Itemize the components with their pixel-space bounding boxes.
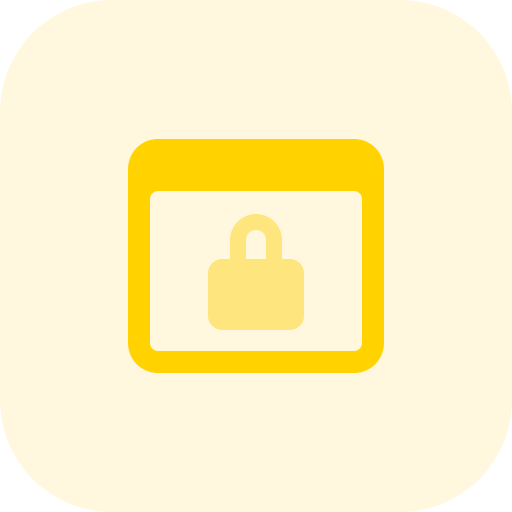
secure-browser-window-icon <box>0 0 512 512</box>
padlock-body <box>208 259 304 330</box>
icon-svg <box>0 0 512 512</box>
